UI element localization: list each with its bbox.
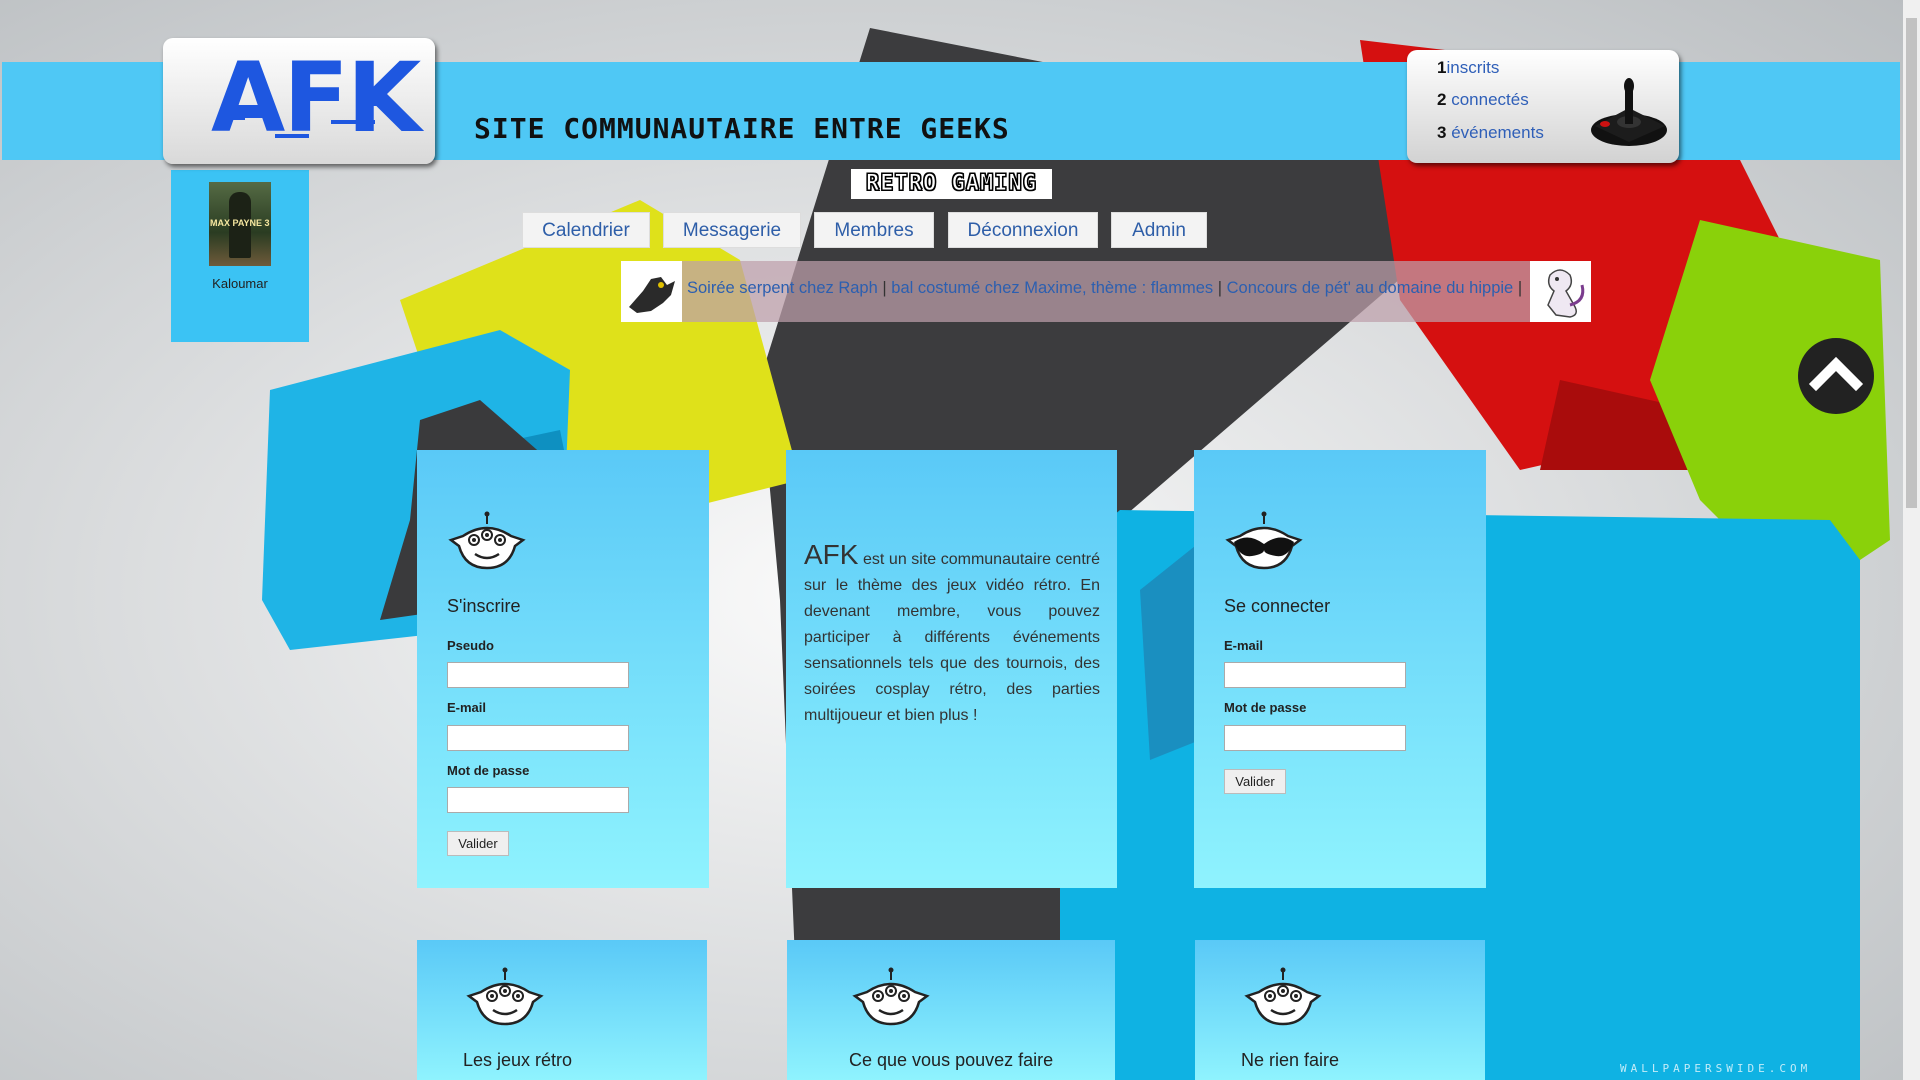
what-you-can-do-card: Ce que vous pouvez faire — [787, 940, 1115, 1080]
password-label: Mot de passe — [447, 763, 530, 778]
stat-inscrits[interactable]: 1inscrits — [1437, 58, 1499, 78]
wallpaper-watermark: WALLPAPERSWIDE.COM — [1620, 1062, 1812, 1075]
password-label: Mot de passe — [1224, 700, 1307, 715]
ticker-item[interactable]: Concours de pét' au domaine du hippie — [1227, 279, 1514, 297]
ticker-text: Soirée serpent chez Raph | bal costumé c… — [687, 279, 1523, 297]
register-submit-button[interactable]: Valider — [447, 831, 509, 856]
nav-admin[interactable]: Admin — [1111, 212, 1207, 248]
events-ticker: Soirée serpent chez Raph | bal costumé c… — [621, 261, 1591, 322]
nav-messagerie[interactable]: Messagerie — [663, 212, 801, 248]
scrollbar-thumb[interactable] — [1906, 18, 1917, 508]
nav-deconnexion[interactable]: Déconnexion — [948, 212, 1098, 248]
register-email-input[interactable] — [447, 725, 629, 751]
stat-evenements[interactable]: 3 événements — [1437, 123, 1544, 143]
avatar[interactable]: MAX PAYNE 3 — [209, 182, 271, 266]
about-body: est un site communautaire centré sur le … — [804, 551, 1101, 724]
retro-gaming-badge: RETRO GAMING — [851, 169, 1052, 199]
about-card: AFK est un site communautaire centré sur… — [786, 450, 1117, 888]
ticker-item[interactable]: Soirée serpent chez Raph — [687, 279, 878, 297]
joystick-icon — [1591, 78, 1667, 146]
chevron-up-icon — [1808, 356, 1864, 392]
username[interactable]: Kaloumar — [171, 276, 309, 291]
site-title: SITE COMMUNAUTAIRE ENTRE GEEKS — [474, 112, 1010, 145]
site-logo[interactable]: AFK — [163, 38, 435, 164]
do-nothing-card: Ne rien faire — [1195, 940, 1485, 1080]
login-submit-button[interactable]: Valider — [1224, 769, 1286, 794]
login-title: Se connecter — [1224, 596, 1331, 616]
logo-text: AFK — [211, 42, 421, 154]
avatar-caption: MAX PAYNE 3 — [210, 218, 270, 228]
retro-games-card: Les jeux rétro — [417, 940, 707, 1080]
login-card: Se connecter E-mail Mot de passe Valider — [1194, 450, 1486, 888]
register-title: S'inscrire — [447, 596, 521, 616]
card-title: Les jeux rétro — [463, 1050, 573, 1070]
register-password-input[interactable] — [447, 787, 629, 813]
alien-icon — [466, 967, 544, 1026]
about-lead: AFK — [804, 539, 859, 570]
email-label: E-mail — [1224, 638, 1264, 653]
pseudo-label: Pseudo — [447, 638, 494, 653]
creature-image-right — [1530, 261, 1591, 322]
card-title: Ne rien faire — [1241, 1050, 1340, 1070]
stat-connectes[interactable]: 2 connectés — [1437, 90, 1529, 110]
about-text: AFK est un site communautaire centré sur… — [804, 539, 1101, 729]
alien-mustache-icon — [1225, 511, 1303, 570]
email-label: E-mail — [447, 700, 487, 715]
page-scrollbar[interactable] — [1903, 0, 1920, 1080]
register-card: S'inscrire Pseudo E-mail Mot de passe Va… — [417, 450, 709, 888]
creature-image-left — [621, 261, 682, 322]
alien-icon — [1244, 967, 1322, 1026]
register-pseudo-input[interactable] — [447, 662, 629, 688]
scroll-to-top-button[interactable] — [1798, 338, 1874, 414]
card-title: Ce que vous pouvez faire — [849, 1050, 1054, 1070]
login-password-input[interactable] — [1224, 725, 1406, 751]
stats-panel: 1inscrits 2 connectés 3 événements — [1407, 50, 1679, 163]
alien-icon — [852, 967, 930, 1026]
nav-calendrier[interactable]: Calendrier — [522, 212, 650, 248]
ticker-item[interactable]: bal costumé chez Maxime, thème : flammes — [891, 279, 1213, 297]
user-panel: MAX PAYNE 3 Kaloumar — [171, 170, 309, 342]
alien-icon — [448, 511, 526, 570]
nav-membres[interactable]: Membres — [814, 212, 934, 248]
login-email-input[interactable] — [1224, 662, 1406, 688]
